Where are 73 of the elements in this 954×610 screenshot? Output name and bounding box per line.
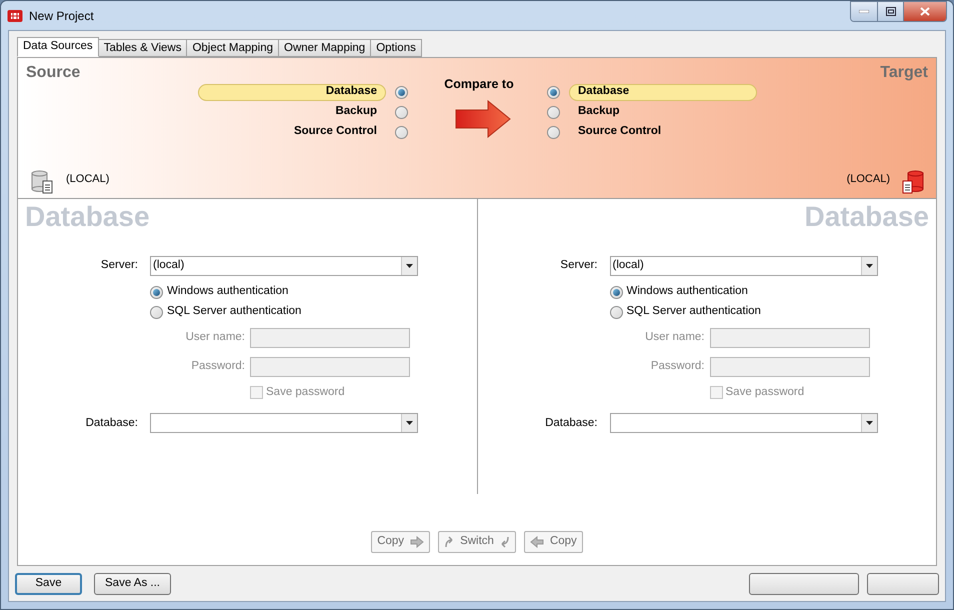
window-title: New Project (29, 8, 94, 24)
database-icon (30, 170, 54, 194)
radio-button[interactable] (150, 306, 163, 318)
minimize-icon (859, 10, 869, 13)
left-arrow-icon (530, 536, 544, 548)
radio-button[interactable] (547, 86, 560, 98)
source-type-option[interactable]: Database (569, 84, 757, 100)
target-heading: Target (880, 63, 928, 83)
right-arrow-icon (410, 536, 424, 548)
field-label: Database: (84, 416, 138, 431)
radio-button[interactable] (547, 106, 560, 118)
field-label: Password: (190, 359, 245, 374)
radio-button[interactable] (610, 286, 622, 298)
close-button[interactable] (903, 2, 946, 21)
app-logo-icon (7, 8, 23, 24)
source-type-option[interactable]: Backup (569, 104, 757, 120)
input-field[interactable] (710, 328, 870, 348)
compare-label: Compare to (444, 76, 514, 93)
database-icon (902, 170, 926, 194)
field-label: User name: (644, 330, 704, 346)
radio-label: Windows authentication (626, 284, 748, 300)
restore-icon (886, 7, 896, 16)
source-heading: Source (26, 63, 82, 83)
transfer-button[interactable]: Copy (524, 531, 583, 553)
tab[interactable]: Data Sources (17, 37, 99, 57)
dropdown-field[interactable]: (local) (150, 256, 418, 276)
field-label: Server: (100, 258, 138, 274)
server-name: (LOCAL) (66, 172, 110, 187)
dropdown-field[interactable] (610, 413, 878, 434)
radio-button[interactable] (150, 286, 163, 298)
tab[interactable]: Options (370, 39, 422, 57)
tab[interactable]: Owner Mapping (278, 39, 372, 57)
curved-arrow-icon (500, 536, 510, 548)
source-type-option[interactable]: Database (198, 84, 386, 100)
pane-title: Database (25, 200, 150, 234)
curved-arrow-icon (444, 536, 454, 548)
radio-button[interactable] (610, 306, 622, 318)
tab[interactable]: Tables & Views (98, 39, 188, 57)
checkbox[interactable] (250, 386, 263, 400)
radio-button[interactable] (395, 86, 408, 98)
radio-label: Windows authentication (167, 284, 288, 300)
action-button[interactable] (867, 572, 939, 594)
input-field[interactable] (250, 357, 410, 377)
field-label: Password: (650, 359, 704, 374)
input-field[interactable] (250, 328, 410, 348)
field-label: Database: (544, 416, 598, 431)
source-type-option[interactable]: Source Control (198, 124, 386, 140)
source-type-option[interactable]: Source Control (569, 124, 757, 140)
checkbox-label: Save password (266, 385, 345, 400)
dropdown-field[interactable] (150, 413, 418, 434)
server-name: (LOCAL) (846, 172, 890, 187)
source-type-option[interactable]: Backup (198, 104, 386, 120)
radio-button[interactable] (547, 126, 560, 138)
footer-button[interactable]: Save As ... (94, 572, 171, 594)
close-icon (920, 7, 930, 16)
tab[interactable]: Object Mapping (186, 39, 280, 57)
action-button[interactable] (749, 572, 859, 594)
transfer-button[interactable]: Switch (438, 531, 516, 553)
pane-title: Database (804, 200, 929, 234)
checkbox-label: Save password (726, 385, 804, 400)
field-label: User name: (184, 330, 245, 346)
radio-label: SQL Server authentication (626, 304, 761, 320)
radio-label: SQL Server authentication (167, 304, 302, 320)
input-field[interactable] (710, 357, 870, 377)
right-arrow-icon (455, 100, 511, 138)
footer-button[interactable]: Save (15, 572, 82, 594)
checkbox[interactable] (710, 386, 722, 400)
field-label: Server: (559, 258, 598, 274)
dropdown-field[interactable]: (local) (610, 256, 878, 276)
radio-button[interactable] (395, 106, 408, 118)
radio-button[interactable] (395, 126, 408, 138)
maximize-button[interactable] (877, 2, 903, 21)
transfer-button[interactable]: Copy (371, 531, 430, 553)
